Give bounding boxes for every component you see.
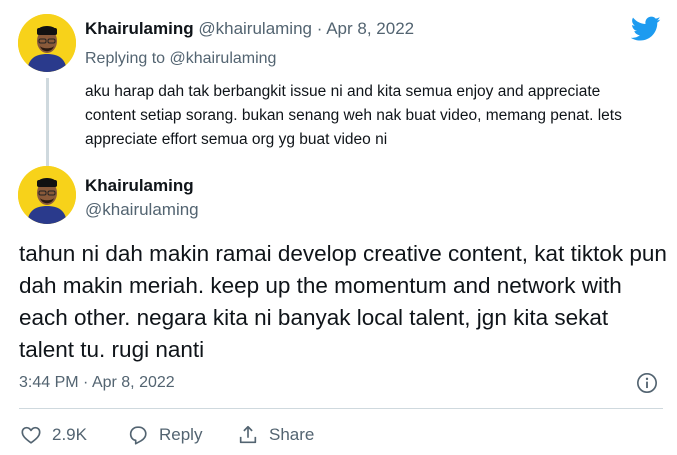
share-icon xyxy=(239,425,257,444)
replying-to-handle[interactable]: @khairulaming xyxy=(170,50,277,67)
reply-bubble-icon xyxy=(129,426,147,445)
avatar-portrait-icon xyxy=(18,166,76,224)
tweet2-text: tahun ni dah makin ramai develop creativ… xyxy=(19,241,667,362)
tweet1-author-name[interactable]: Khairulaming xyxy=(85,19,194,38)
share-button[interactable]: Share xyxy=(237,424,314,446)
tweet2-date: Apr 8, 2022 xyxy=(91,374,175,391)
avatar[interactable] xyxy=(18,166,76,224)
replying-to-label: Replying to xyxy=(85,50,166,67)
twitter-bird-icon[interactable] xyxy=(631,16,661,42)
tweet1-author-handle[interactable]: @khairulaming xyxy=(198,19,312,38)
tweet2-author-handle[interactable]: @khairulaming xyxy=(85,200,199,220)
thread-connector xyxy=(46,78,49,170)
tweet2-timestamp[interactable]: 3:44 PM · Apr 8, 2022 xyxy=(19,374,175,392)
like-count: 2.9K xyxy=(52,425,87,444)
like-button[interactable]: 2.9K xyxy=(20,424,87,446)
share-label: Share xyxy=(269,425,315,444)
avatar-portrait-icon xyxy=(18,14,76,72)
tweet2-author-name[interactable]: Khairulaming xyxy=(85,176,194,196)
avatar[interactable] xyxy=(18,14,76,72)
divider xyxy=(19,408,663,409)
heart-icon xyxy=(21,426,41,444)
tweet1-header: Khairulaming @khairulaming · Apr 8, 2022 xyxy=(85,19,414,39)
tweet1-separator: · xyxy=(316,19,323,38)
tweet2-time: 3:44 PM xyxy=(19,374,79,391)
reply-button[interactable]: Reply xyxy=(127,424,202,446)
tweet1-date[interactable]: Apr 8, 2022 xyxy=(326,19,414,38)
info-icon[interactable] xyxy=(636,372,658,394)
tweet1-text: aku harap dah tak berbangkit issue ni an… xyxy=(85,83,622,148)
replying-to: Replying to @khairulaming xyxy=(85,50,276,68)
reply-label: Reply xyxy=(159,425,203,444)
tweet2-separator: · xyxy=(83,374,89,391)
